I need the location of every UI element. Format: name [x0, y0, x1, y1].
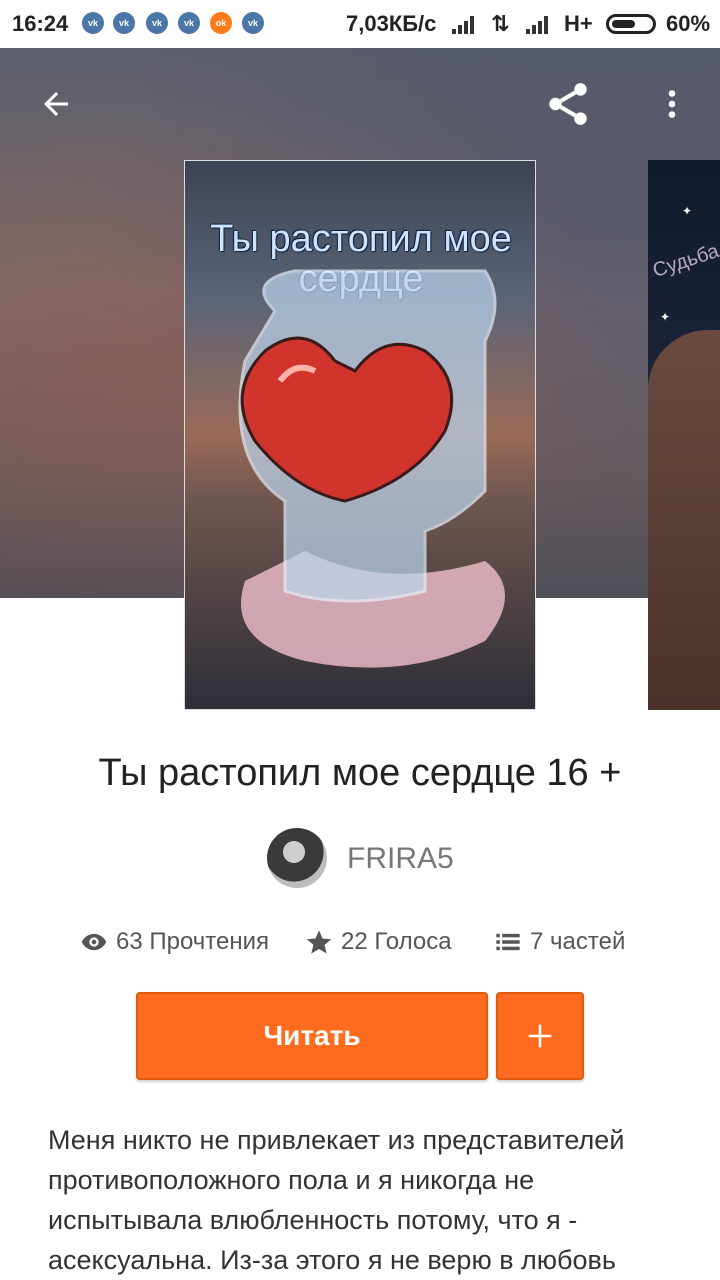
- author-row[interactable]: FRIRA5: [0, 828, 720, 888]
- vk-icon: vk: [113, 12, 135, 34]
- ok-icon: ok: [210, 12, 232, 34]
- side-cover-figure: [648, 330, 720, 710]
- votes-stat: 22 Голоса: [305, 928, 452, 956]
- reads-stat: 63 Прочтения: [80, 928, 269, 956]
- parts-stat: 7 частей: [494, 928, 625, 956]
- avatar[interactable]: [267, 828, 327, 888]
- author-name[interactable]: FRIRA5: [347, 842, 454, 876]
- network-speed: 7,03КБ/с: [346, 11, 437, 36]
- story-cover[interactable]: Ты растопил мое сердце: [184, 160, 536, 710]
- share-button[interactable]: [540, 76, 596, 132]
- add-to-library-button[interactable]: [496, 992, 584, 1080]
- story-description: Меня никто не привлекает из представител…: [48, 1125, 625, 1275]
- share-icon: [549, 83, 587, 125]
- vk-icon: vk: [178, 12, 200, 34]
- vk-icon: vk: [82, 12, 104, 34]
- star-decoration: ✦: [660, 310, 671, 324]
- heart-illustration: [238, 269, 505, 668]
- status-time: 16:24: [12, 11, 69, 36]
- data-transfer-icon: ⇅: [491, 11, 510, 36]
- reads-count: 63 Прочтения: [116, 928, 270, 955]
- votes-count: 22 Голоса: [341, 928, 452, 955]
- more-options-button[interactable]: [644, 76, 700, 132]
- status-bar: 16:24 vk vk vk vk ok vk 7,03КБ/с ⇅ H+ 60…: [0, 0, 720, 48]
- list-icon: [496, 933, 520, 951]
- story-title: Ты растопил мое сердце 16 +: [98, 752, 622, 794]
- eye-icon: [81, 933, 107, 951]
- more-vertical-icon: [668, 90, 676, 118]
- battery-fill: [612, 20, 635, 28]
- arrow-left-icon: [44, 92, 68, 116]
- side-cover-text: Судьба: [650, 240, 720, 282]
- network-type: H+: [564, 11, 593, 36]
- star-icon: [306, 930, 332, 954]
- signal-icon: [452, 14, 478, 34]
- vk-icon: vk: [242, 12, 264, 34]
- back-button[interactable]: [28, 76, 84, 132]
- plus-icon: [528, 1024, 552, 1048]
- battery-percent: 60%: [666, 11, 711, 36]
- battery-icon: [606, 14, 656, 34]
- parts-count: 7 частей: [530, 928, 626, 955]
- signal-icon: [526, 14, 552, 34]
- read-button[interactable]: Читать: [136, 992, 488, 1080]
- next-story-cover[interactable]: ✦ ✦ Судьба: [648, 160, 720, 710]
- story-stats: 63 Прочтения 22 Голоса 7 частей: [0, 920, 720, 966]
- star-decoration: ✦: [682, 204, 693, 218]
- vk-icon: vk: [146, 12, 168, 34]
